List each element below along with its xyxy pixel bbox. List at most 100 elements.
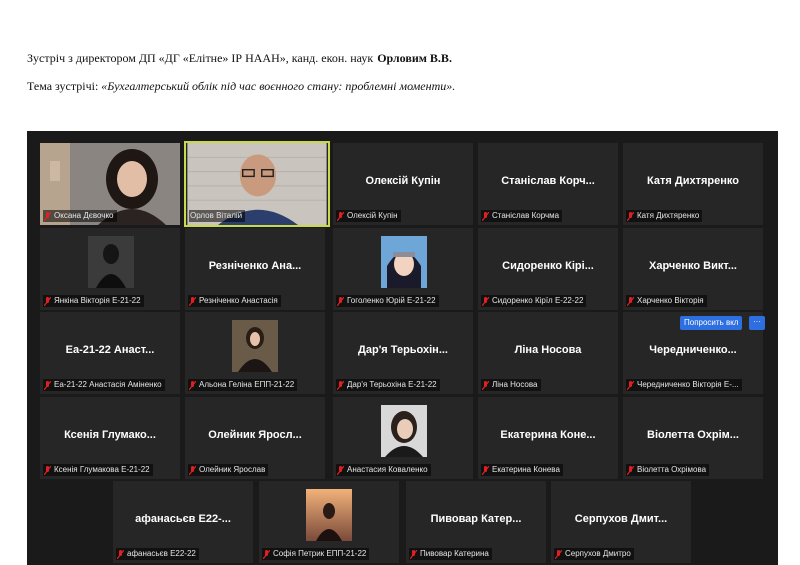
participant-label: Віолетта Охрімова — [626, 464, 710, 476]
participant-name: Серпухов Дмит... — [574, 513, 668, 525]
mic-muted-icon — [555, 549, 562, 559]
mic-muted-icon — [627, 296, 634, 306]
participant-tile-active-speaker[interactable]: Орлов Віталій — [184, 141, 330, 227]
mic-muted-icon — [482, 465, 489, 475]
avatar-photo — [232, 320, 278, 372]
avatar-photo — [88, 236, 134, 288]
participant-tile[interactable]: Анастасия Коваленко — [333, 397, 473, 479]
participant-label: Дар'я Терьохіна Е-21-22 — [336, 379, 440, 391]
participant-label: Харченко Вікторія — [626, 295, 707, 307]
participant-name: Олексій Купін — [365, 175, 441, 187]
participant-tile[interactable]: Екатерина Коне... Екатерина Конева — [478, 397, 618, 479]
meeting-topic: Тема зустрічі: «Бухгалтерський облік під… — [27, 79, 455, 94]
participant-tile[interactable]: Оксана Дєвочко — [40, 143, 180, 225]
participant-tile[interactable]: Янкіна Вікторія Е-21-22 — [40, 228, 180, 310]
mic-muted-icon — [627, 380, 634, 390]
mic-muted-icon — [44, 211, 51, 221]
participant-tile[interactable]: Гоголенко Юрій Е-21-22 — [333, 228, 473, 310]
participant-name: Станіслав Корч... — [501, 175, 595, 187]
mic-muted-icon — [189, 465, 196, 475]
mic-muted-icon — [44, 380, 51, 390]
participant-label: Катя Дихтяренко — [626, 210, 703, 222]
participant-tile[interactable]: Харченко Викт... Харченко Вікторія — [623, 228, 763, 310]
participant-label: Чередниченко Вікторія Е-... — [626, 379, 742, 391]
participant-tile[interactable]: Резніченко Ана... Резніченко Анастасія — [185, 228, 325, 310]
participant-label: Екатерина Конева — [481, 464, 563, 476]
topic-text: «Бухгалтерський облік під час воєнного с… — [101, 79, 456, 93]
meeting-heading: Зустріч з директором ДП «ДГ «Елітне» ІР … — [27, 51, 452, 66]
participant-label: Еа-21-22 Анастасія Аміненко — [43, 379, 165, 391]
participant-name: Олейник Яросл... — [208, 429, 302, 441]
participant-label: Пивовар Катерина — [409, 548, 492, 560]
participant-label: афанасьєв Е22-22 — [116, 548, 199, 560]
mic-muted-icon — [337, 211, 344, 221]
participant-name: Харченко Викт... — [649, 260, 737, 272]
participant-tile[interactable]: Сидоренко Кірі... Сидоренко Кірїл Е-22-2… — [478, 228, 618, 310]
participant-tile[interactable]: Ксенія Глумако... Ксенія Глумакова Е-21-… — [40, 397, 180, 479]
zoom-gallery-view: Оксана Дєвочко Орлов Віталій Олексій Куп… — [27, 131, 778, 565]
avatar-photo — [381, 405, 427, 457]
ask-to-unmute-button[interactable]: Попросить вкл — [680, 316, 743, 330]
participant-name: Еа-21-22 Анаст... — [65, 344, 155, 356]
mic-muted-icon — [117, 549, 124, 559]
participant-tile[interactable]: Серпухов Дмит... Серпухов Дмитро — [551, 481, 691, 563]
participant-label: Анастасия Коваленко — [336, 464, 431, 476]
participant-tile[interactable]: Ліна Носова Ліна Носова — [478, 312, 618, 394]
participant-label: Ліна Носова — [481, 379, 541, 391]
mic-muted-icon — [337, 380, 344, 390]
mic-muted-icon — [263, 549, 270, 559]
participant-tile[interactable]: Альона Геліна ЕПП-21-22 — [185, 312, 325, 394]
participant-name: Ліна Носова — [514, 344, 582, 356]
participant-label: Оксана Дєвочко — [43, 210, 117, 222]
participant-label: Серпухов Дмитро — [554, 548, 634, 560]
participant-label: Янкіна Вікторія Е-21-22 — [43, 295, 144, 307]
participant-tile[interactable]: афанасьєв Е22-... афанасьєв Е22-22 — [113, 481, 253, 563]
heading-text: Зустріч з директором ДП «ДГ «Елітне» ІР … — [27, 51, 374, 65]
participant-name: Резніченко Ана... — [208, 260, 302, 272]
participant-tile[interactable]: Дар'я Терьохін... Дар'я Терьохіна Е-21-2… — [333, 312, 473, 394]
anime-avatar — [381, 236, 427, 288]
participant-name: Дар'я Терьохін... — [358, 344, 448, 356]
participant-label: Альона Геліна ЕПП-21-22 — [188, 379, 298, 391]
mic-muted-icon — [189, 380, 196, 390]
participant-name: Ксенія Глумако... — [64, 429, 156, 441]
mic-muted-icon — [337, 296, 344, 306]
participant-name: Чередниченко... — [649, 344, 737, 356]
participant-label: Олейник Ярослав — [188, 464, 269, 476]
mic-muted-icon — [627, 465, 634, 475]
more-options-button[interactable]: ··· — [749, 316, 765, 330]
participant-tile[interactable]: Віолетта Охрім... Віолетта Охрімова — [623, 397, 763, 479]
participant-tile[interactable]: Олейник Яросл... Олейник Ярослав — [185, 397, 325, 479]
participant-label: Гоголенко Юрій Е-21-22 — [336, 295, 439, 307]
participant-label: Олексій Купін — [336, 210, 401, 222]
sunset-photo — [306, 489, 352, 541]
participant-tile[interactable]: Софія Петрик ЕПП-21-22 — [259, 481, 399, 563]
participant-name: Віолетта Охрім... — [647, 429, 739, 441]
participant-name: Катя Дихтяренко — [647, 175, 739, 187]
participant-tile[interactable]: Пивовар Катер... Пивовар Катерина — [406, 481, 546, 563]
mic-muted-icon — [482, 296, 489, 306]
participant-tile[interactable]: Еа-21-22 Анаст... Еа-21-22 Анастасія Амі… — [40, 312, 180, 394]
participant-label: Сидоренко Кірїл Е-22-22 — [481, 295, 587, 307]
participant-tile[interactable]: Олексій Купін Олексій Купін — [333, 143, 473, 225]
mic-muted-icon — [627, 211, 634, 221]
participant-label: Орлов Віталій — [189, 210, 246, 222]
mic-muted-icon — [410, 549, 417, 559]
participant-tile[interactable]: Катя Дихтяренко Катя Дихтяренко — [623, 143, 763, 225]
participant-name: Сидоренко Кірі... — [502, 260, 594, 272]
mic-muted-icon — [44, 296, 51, 306]
mic-muted-icon — [189, 296, 196, 306]
participant-label: Ксенія Глумакова Е-21-22 — [43, 464, 153, 476]
participant-name: Пивовар Катер... — [430, 513, 522, 525]
mic-muted-icon — [482, 211, 489, 221]
participant-label: Резніченко Анастасія — [188, 295, 281, 307]
mic-muted-icon — [482, 380, 489, 390]
participant-name: афанасьєв Е22-... — [135, 513, 231, 525]
participant-name: Екатерина Коне... — [500, 429, 596, 441]
participant-tile[interactable]: Станіслав Корч... Станіслав Корчма — [478, 143, 618, 225]
mic-muted-icon — [337, 465, 344, 475]
topic-prefix: Тема зустрічі: — [27, 79, 102, 93]
mic-muted-icon — [44, 465, 51, 475]
heading-name: Орловим В.В. — [377, 51, 452, 65]
participant-label: Станіслав Корчма — [481, 210, 563, 222]
